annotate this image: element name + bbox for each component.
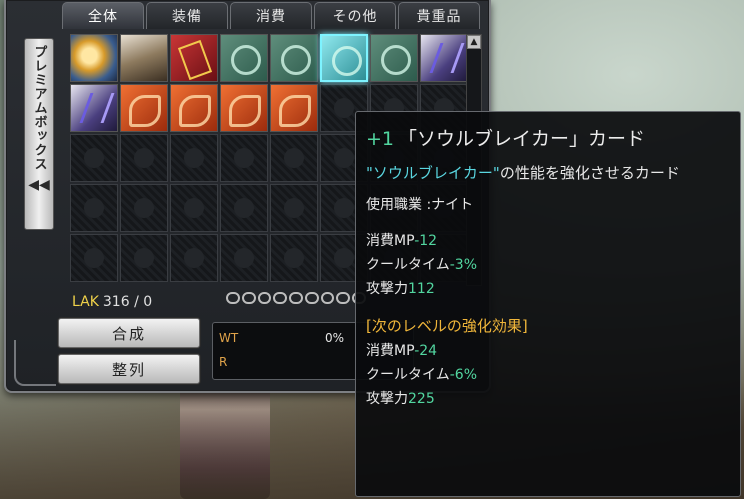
inventory-slot-empty[interactable] [120, 134, 168, 182]
stat-line: クールタイム-3% [366, 253, 730, 277]
inventory-slot-item-card-purple[interactable] [420, 34, 468, 82]
scroll-up-icon[interactable]: ▲ [467, 35, 481, 49]
chain-link [241, 292, 256, 304]
inventory-slot-empty[interactable] [220, 184, 268, 232]
wt-label: WT [219, 331, 239, 345]
inventory-slot-empty[interactable] [270, 184, 318, 232]
inventory-slot-item-card-green[interactable] [270, 34, 318, 82]
item-name: 「ソウルブレイカー」カード [398, 128, 646, 150]
inventory-slot-item-orb[interactable] [70, 34, 118, 82]
stat-label: 消費MP [366, 233, 415, 249]
inventory-slot-empty[interactable] [120, 234, 168, 282]
combine-button[interactable]: 合成 [58, 318, 200, 348]
stat-value: 225 [408, 391, 435, 407]
chain-link [289, 292, 303, 304]
inventory-slot-item-card-green[interactable] [220, 34, 268, 82]
inventory-slot-item-card-red[interactable] [220, 84, 268, 132]
next-level-header: [次のレベルの強化効果] [366, 317, 528, 335]
inventory-slot-item-card-purple[interactable] [70, 84, 118, 132]
inventory-slot-item-card-gold[interactable] [170, 34, 218, 82]
chain-link [226, 292, 240, 304]
stat-value: -6% [449, 367, 477, 383]
chain-link [304, 292, 319, 304]
stat-value: -12 [414, 233, 438, 249]
description-skill-name: "ソウルブレイカー" [366, 164, 500, 182]
inventory-slot-empty[interactable] [170, 134, 218, 182]
wt-value: 0% [325, 331, 345, 345]
corner-ornament [14, 340, 56, 386]
stat-label: クールタイム [366, 367, 450, 383]
chain-link [320, 292, 335, 304]
stat-value: 112 [408, 281, 435, 297]
chain-decoration [226, 292, 367, 308]
tab-other[interactable]: その他 [314, 2, 396, 29]
tab-consumable[interactable]: 消費 [230, 2, 312, 29]
next-stat-line: 攻撃力225 [366, 387, 730, 411]
inventory-slot-empty[interactable] [220, 134, 268, 182]
inventory-slot-item-card-green[interactable] [370, 34, 418, 82]
sort-button[interactable]: 整列 [58, 354, 200, 384]
inventory-slot-item-soulbreaker-card-selected[interactable] [320, 34, 368, 82]
chain-link [257, 292, 272, 304]
stat-value: -3% [449, 257, 477, 273]
tab-equipment[interactable]: 装備 [146, 2, 228, 29]
inventory-slot-item-card-red[interactable] [120, 84, 168, 132]
item-tooltip: +1 「ソウルブレイカー」カード "ソウルブレイカー"の性能を強化させるカード 使… [355, 111, 741, 497]
tab-all[interactable]: 全体 [62, 2, 144, 29]
inventory-slot-empty[interactable] [70, 184, 118, 232]
next-stat-line: クールタイム-6% [366, 363, 730, 387]
inventory-slot-empty[interactable] [270, 134, 318, 182]
inventory-tabs: 全体 装備 消費 その他 貴重品 [62, 0, 480, 29]
premium-box-toggle[interactable]: プレミアムボックス ◀◀ [24, 38, 54, 230]
stat-label: 攻撃力 [366, 391, 408, 407]
chain-link [273, 292, 288, 304]
inventory-slot-empty[interactable] [170, 234, 218, 282]
double-arrow-left-icon: ◀◀ [28, 177, 50, 193]
inventory-slot-item-figure[interactable] [120, 34, 168, 82]
stat-label: 消費MP [366, 343, 415, 359]
tooltip-description: "ソウルブレイカー"の性能を強化させるカード [366, 161, 730, 185]
description-text: の性能を強化させるカード [499, 164, 680, 182]
inventory-slot-empty[interactable] [270, 234, 318, 282]
inventory-slot-empty[interactable] [70, 134, 118, 182]
tooltip-title: +1 「ソウルブレイカー」カード [366, 124, 730, 151]
inventory-slot-empty[interactable] [220, 234, 268, 282]
stat-value: -24 [414, 343, 438, 359]
currency-label: LAK [72, 294, 99, 310]
inventory-slot-item-card-red[interactable] [270, 84, 318, 132]
currency-value: 316 / 0 [102, 294, 153, 310]
chain-link [336, 292, 351, 304]
job-requirement: 使用職業 :ナイト [366, 197, 474, 213]
premium-box-label: プレミアムボックス [31, 45, 47, 171]
next-stat-line: 消費MP-24 [366, 339, 730, 363]
inventory-slot-empty[interactable] [120, 184, 168, 232]
r-label: R [219, 355, 228, 369]
stat-label: クールタイム [366, 257, 450, 273]
tab-valuables[interactable]: 貴重品 [398, 2, 480, 29]
inventory-slot-empty[interactable] [70, 234, 118, 282]
stat-line: 攻撃力112 [366, 277, 730, 301]
stat-line: 消費MP-12 [366, 229, 730, 253]
stat-label: 攻撃力 [366, 281, 408, 297]
inventory-slot-item-card-red[interactable] [170, 84, 218, 132]
enhance-level: +1 [366, 128, 395, 150]
currency-display: LAK 316 / 0 [72, 294, 152, 310]
inventory-slot-empty[interactable] [170, 184, 218, 232]
